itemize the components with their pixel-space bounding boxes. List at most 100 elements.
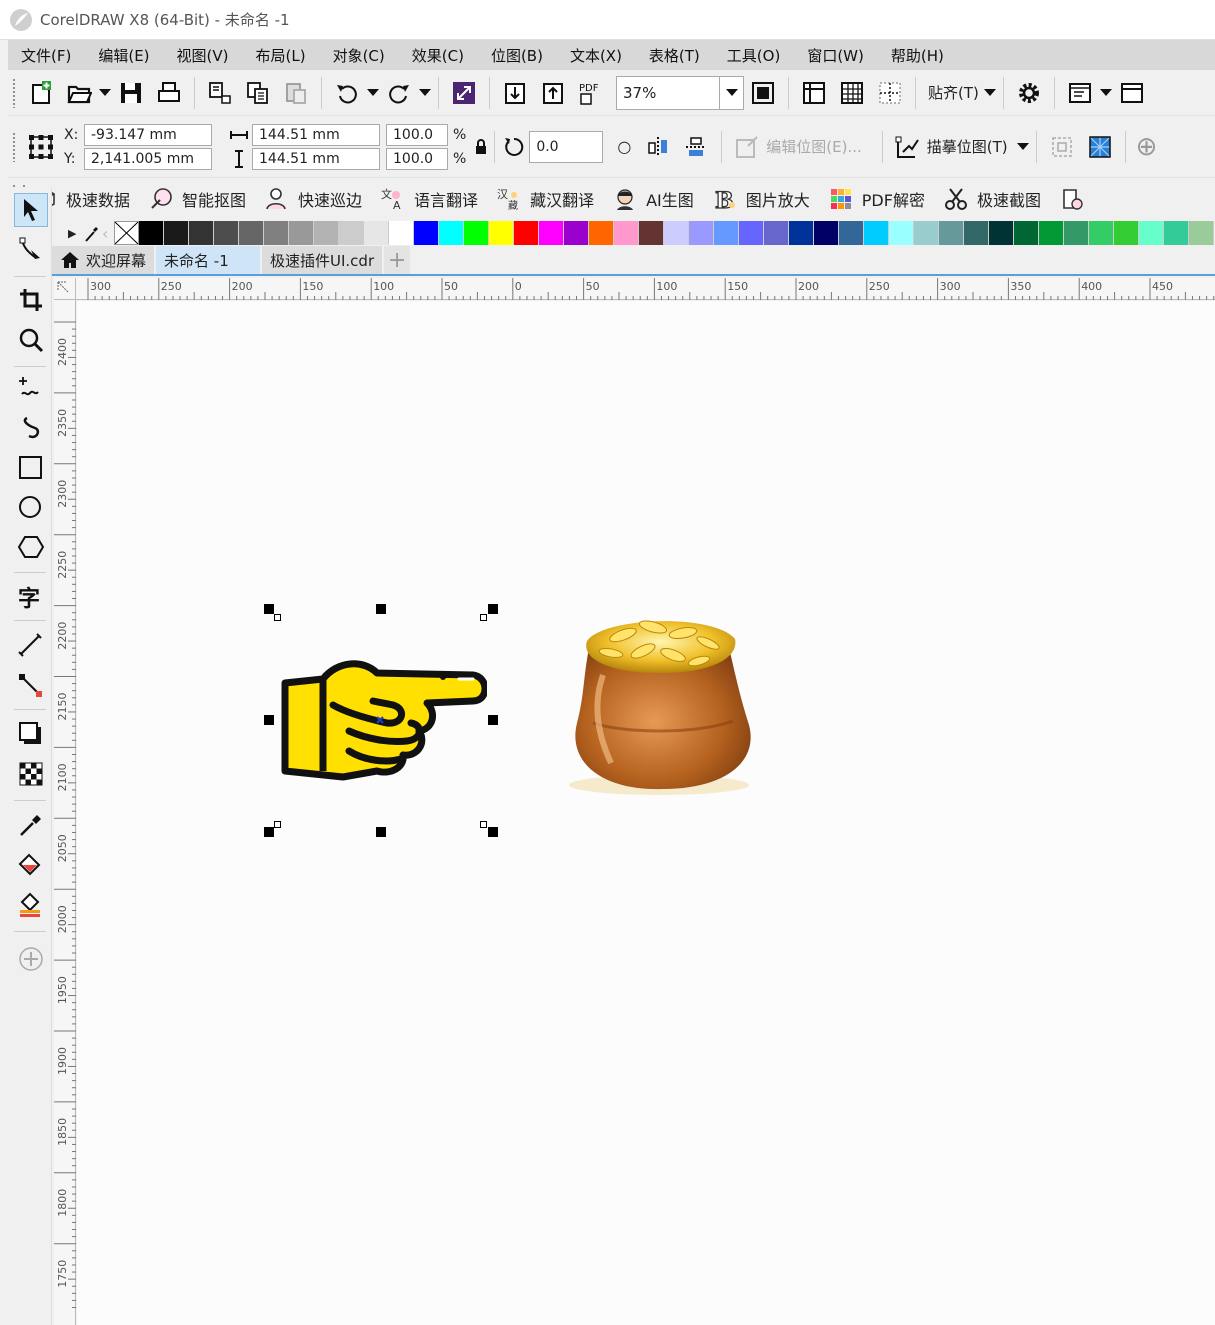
color-swatch[interactable] bbox=[789, 221, 814, 245]
no-color-swatch[interactable] bbox=[114, 221, 139, 245]
color-swatch[interactable] bbox=[564, 221, 589, 245]
menu-help[interactable]: 帮助(H) bbox=[891, 45, 944, 66]
show-guidelines-button[interactable] bbox=[873, 76, 907, 110]
open-dropdown[interactable] bbox=[98, 76, 112, 110]
interactive-fill-tool[interactable] bbox=[14, 848, 48, 882]
polygon-tool[interactable] bbox=[14, 531, 48, 565]
color-swatch[interactable] bbox=[264, 221, 289, 245]
color-swatch[interactable] bbox=[1064, 221, 1089, 245]
color-swatch[interactable] bbox=[989, 221, 1014, 245]
color-swatch[interactable] bbox=[289, 221, 314, 245]
color-swatch[interactable] bbox=[714, 221, 739, 245]
transparency-tool[interactable] bbox=[14, 757, 48, 791]
color-swatch[interactable] bbox=[739, 221, 764, 245]
rotation-angle-input[interactable]: 0.0 bbox=[529, 130, 604, 163]
object-origin-button[interactable] bbox=[24, 130, 58, 164]
y-position-input[interactable]: 2,141.005 mm bbox=[84, 147, 212, 170]
ellipse-tool[interactable] bbox=[14, 491, 48, 525]
plugin-language-translate[interactable]: 文A 语言翻译 bbox=[380, 186, 478, 212]
menu-file[interactable]: 文件(F) bbox=[21, 45, 71, 66]
palette-scroll-left-icon[interactable]: ‹ bbox=[102, 224, 114, 243]
smart-fill-tool[interactable] bbox=[14, 888, 48, 922]
zoom-dropdown-arrow[interactable] bbox=[719, 76, 743, 109]
plugin-more[interactable] bbox=[1059, 186, 1093, 212]
selection-handle-top[interactable] bbox=[376, 604, 386, 614]
snap-to-label[interactable]: 贴齐(T) bbox=[928, 82, 979, 103]
plugin-fast-screenshot[interactable]: 极速截图 bbox=[943, 186, 1041, 212]
show-grid-button[interactable] bbox=[835, 76, 869, 110]
palette-eyedropper-icon[interactable] bbox=[84, 223, 100, 243]
export-button[interactable] bbox=[536, 76, 570, 110]
text-tool[interactable]: 字 bbox=[14, 580, 48, 614]
tab-plugin-ui-cdr[interactable]: 极速插件UI.cdr bbox=[262, 246, 383, 274]
color-swatch[interactable] bbox=[314, 221, 339, 245]
undo-button[interactable] bbox=[330, 76, 364, 110]
selection-handle-bottom[interactable] bbox=[376, 827, 386, 837]
selection-handle-bottom-right[interactable] bbox=[488, 827, 498, 837]
import-button[interactable] bbox=[498, 76, 532, 110]
eyedropper-tool[interactable] bbox=[14, 808, 48, 842]
add-plus-icon[interactable]: ⊕ bbox=[1136, 132, 1158, 162]
welcome-screen-button[interactable] bbox=[1115, 76, 1149, 110]
full-screen-preview-button[interactable] bbox=[746, 76, 780, 110]
plugin-pdf-decrypt[interactable]: PDF解密 bbox=[828, 186, 925, 212]
color-swatch[interactable] bbox=[1164, 221, 1189, 245]
vertical-ruler[interactable]: 2400 2350 2300 2250 2200 2150 2100 2050 2000 1950… bbox=[54, 300, 76, 1325]
menu-layout[interactable]: 布局(L) bbox=[256, 45, 306, 66]
zoom-tool[interactable] bbox=[14, 323, 48, 357]
paste-button[interactable] bbox=[279, 76, 313, 110]
color-swatch[interactable] bbox=[1189, 221, 1214, 245]
zoom-level-select[interactable]: 37% bbox=[616, 75, 744, 110]
menu-effects[interactable]: 效果(C) bbox=[412, 45, 464, 66]
mirror-vertical-button[interactable] bbox=[679, 130, 713, 164]
scale-width-input[interactable]: 100.0 bbox=[386, 123, 448, 146]
x-position-input[interactable]: -93.147 mm bbox=[84, 123, 212, 146]
toolbar-grip[interactable] bbox=[12, 77, 16, 108]
color-swatch[interactable] bbox=[639, 221, 664, 245]
color-swatch[interactable] bbox=[489, 221, 514, 245]
cut-button[interactable] bbox=[203, 76, 237, 110]
menu-view[interactable]: 视图(V) bbox=[177, 45, 229, 66]
color-swatch[interactable] bbox=[514, 221, 539, 245]
toolbar-grip[interactable] bbox=[12, 131, 16, 162]
plugin-tibetan-translate[interactable]: 汉藏 藏汉翻译 bbox=[496, 186, 594, 212]
options-button[interactable] bbox=[1012, 76, 1046, 110]
crop-tool[interactable] bbox=[14, 283, 48, 317]
drawing-canvas[interactable] bbox=[77, 301, 1215, 1325]
connector-tool[interactable] bbox=[14, 669, 48, 703]
menu-tools[interactable]: 工具(O) bbox=[727, 45, 781, 66]
anchor-handle[interactable] bbox=[274, 821, 281, 828]
color-swatch[interactable] bbox=[1039, 221, 1064, 245]
color-swatch[interactable] bbox=[589, 221, 614, 245]
plugin-image-upscale[interactable]: B 图片放大 bbox=[712, 186, 810, 212]
width-input[interactable]: 144.51 mm bbox=[252, 123, 380, 146]
menu-text[interactable]: 文本(X) bbox=[570, 45, 622, 66]
show-rulers-button[interactable] bbox=[797, 76, 831, 110]
application-launcher-button[interactable] bbox=[1063, 76, 1097, 110]
import-special-button[interactable] bbox=[447, 76, 481, 110]
snap-to-dropdown[interactable] bbox=[983, 76, 997, 110]
customize-toolbox-button[interactable] bbox=[14, 942, 48, 976]
save-button[interactable] bbox=[114, 76, 148, 110]
color-swatch[interactable] bbox=[814, 221, 839, 245]
pick-tool[interactable] bbox=[14, 193, 48, 227]
plugin-smart-cutout[interactable]: 智能抠图 bbox=[148, 186, 246, 212]
color-swatch[interactable] bbox=[764, 221, 789, 245]
tab-welcome-screen[interactable]: 欢迎屏幕 bbox=[52, 246, 155, 274]
color-swatch[interactable] bbox=[964, 221, 989, 245]
tab-untitled-1[interactable]: 未命名 -1 bbox=[156, 246, 261, 274]
selection-handle-top-right[interactable] bbox=[488, 604, 498, 614]
open-button[interactable] bbox=[62, 76, 96, 110]
color-swatch[interactable] bbox=[189, 221, 214, 245]
color-swatch[interactable] bbox=[464, 221, 489, 245]
selection-handle-left[interactable] bbox=[264, 715, 274, 725]
color-swatch[interactable] bbox=[1114, 221, 1139, 245]
menu-window[interactable]: 窗口(W) bbox=[807, 45, 864, 66]
trace-bitmap-icon-button[interactable] bbox=[891, 130, 925, 164]
color-swatch[interactable] bbox=[539, 221, 564, 245]
color-swatch[interactable] bbox=[864, 221, 889, 245]
coin-bag-icon[interactable] bbox=[563, 613, 759, 797]
drop-shadow-tool[interactable] bbox=[14, 717, 48, 751]
plugin-ai-image[interactable]: AI生图 bbox=[612, 186, 694, 212]
color-swatch[interactable] bbox=[414, 221, 439, 245]
